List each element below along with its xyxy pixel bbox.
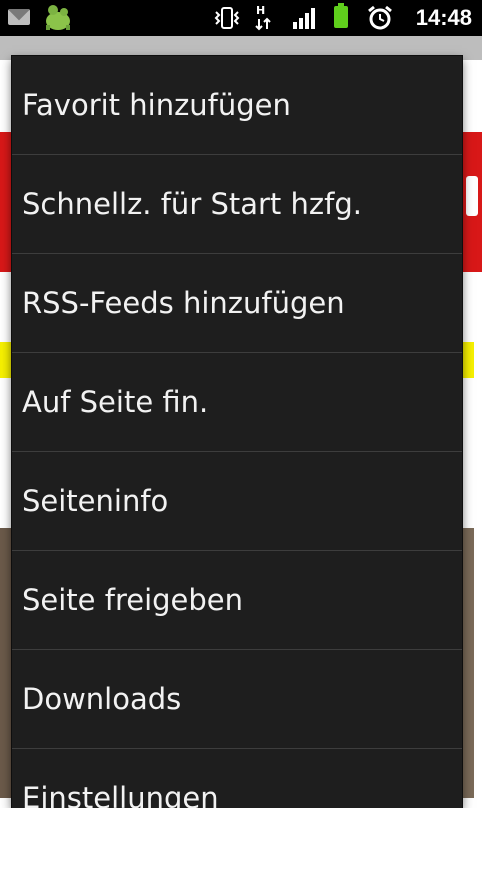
- page-highlight-right: [460, 342, 474, 378]
- bottom-blank-area: [0, 808, 482, 892]
- page-image-right: [460, 528, 474, 798]
- menu-item-label: Schnellz. für Start hzfg.: [22, 187, 362, 221]
- menu-item-add-bookmark[interactable]: Favorit hinzufügen: [12, 56, 462, 155]
- menu-item-label: Auf Seite fin.: [22, 385, 209, 419]
- menu-item-add-rss-feeds[interactable]: RSS-Feeds hinzufügen: [12, 254, 462, 353]
- svg-text:H: H: [256, 4, 265, 17]
- menu-item-share-page[interactable]: Seite freigeben: [12, 551, 462, 650]
- menu-item-label: Seiteninfo: [22, 484, 169, 518]
- page-highlight-left: [0, 342, 12, 378]
- status-bar: H 14:48: [0, 0, 482, 36]
- menu-item-label: Downloads: [22, 682, 182, 716]
- page-image-left: [0, 528, 12, 798]
- battery-icon: [334, 3, 348, 28]
- alarm-icon: [368, 5, 392, 30]
- menu-item-label: Einstellungen: [22, 781, 219, 808]
- page-banner-right: [460, 132, 482, 272]
- menu-item-find-on-page[interactable]: Auf Seite fin.: [12, 353, 462, 452]
- menu-item-page-info[interactable]: Seiteninfo: [12, 452, 462, 551]
- hspa-icon: H: [255, 4, 271, 31]
- vibrate-icon: [214, 7, 240, 29]
- menu-item-settings[interactable]: Einstellungen: [12, 749, 462, 808]
- menu-item-downloads[interactable]: Downloads: [12, 650, 462, 749]
- menu-item-label: Favorit hinzufügen: [22, 88, 291, 122]
- mail-icon: [8, 9, 30, 25]
- menu-item-label: RSS-Feeds hinzufügen: [22, 286, 345, 320]
- signal-icon: [293, 8, 315, 29]
- page-banner-left: [0, 132, 12, 272]
- menu-item-add-shortcut[interactable]: Schnellz. für Start hzfg.: [12, 155, 462, 254]
- status-time: 14:48: [415, 5, 472, 30]
- menu-item-label: Seite freigeben: [22, 583, 244, 617]
- browser-options-menu: Favorit hinzufügen Schnellz. für Start h…: [12, 56, 462, 808]
- android-icon: [46, 5, 70, 30]
